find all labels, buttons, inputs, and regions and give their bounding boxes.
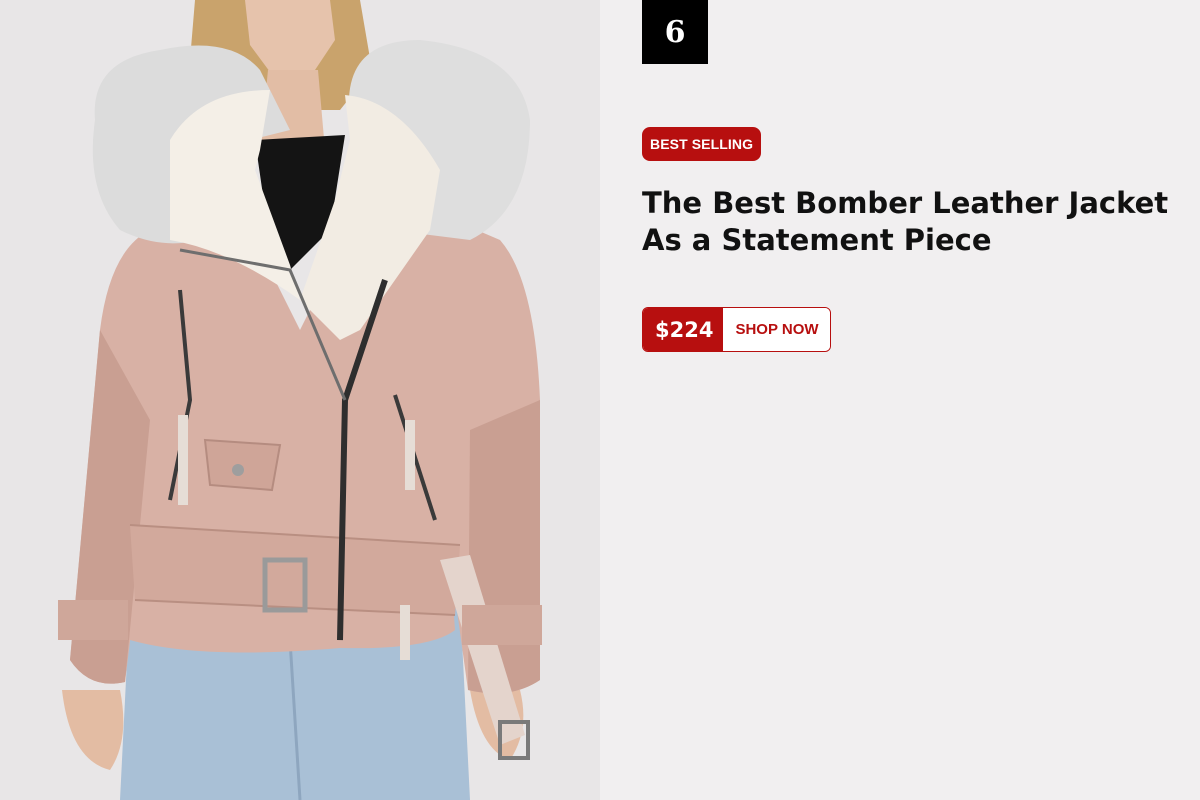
shop-now-button[interactable]: SHOP NOW bbox=[723, 308, 830, 351]
best-selling-badge: BEST SELLING bbox=[642, 127, 762, 161]
product-title: The Best Bomber Leather Jacket As a Stat… bbox=[642, 186, 1169, 257]
rank-badge: 6 bbox=[642, 0, 708, 64]
product-info-panel: 6 BEST SELLING The Best Bomber Leather J… bbox=[600, 0, 1200, 800]
price-label: $224 bbox=[643, 308, 724, 351]
jacket-illustration bbox=[0, 0, 600, 800]
price-cta-group: $224 SHOP NOW bbox=[642, 307, 831, 352]
product-image[interactable] bbox=[0, 0, 600, 800]
